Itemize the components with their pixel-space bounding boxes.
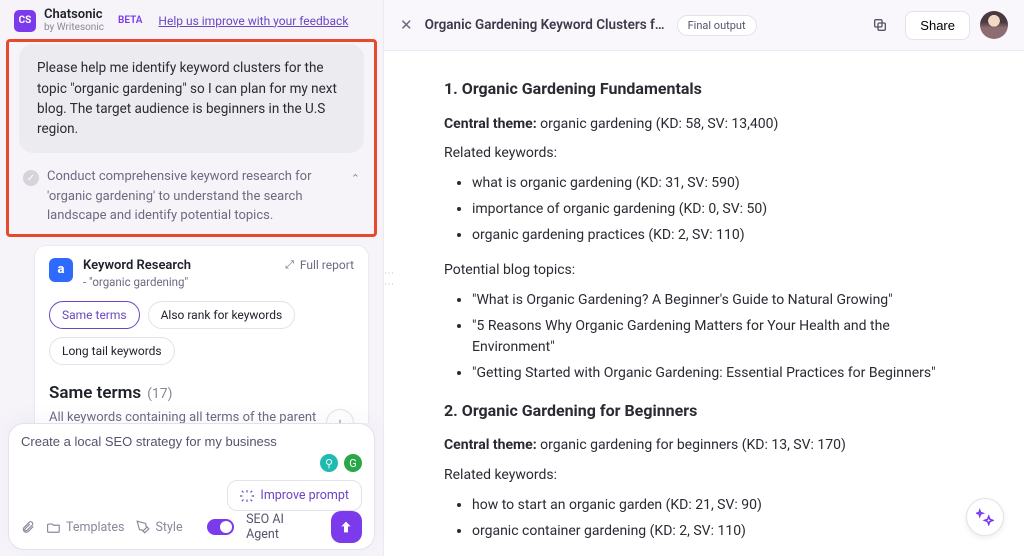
- share-button[interactable]: Share: [905, 11, 970, 40]
- composer-footer: Templates Style SEO AI Agent: [21, 511, 362, 543]
- chip-long-tail[interactable]: Long tail keywords: [49, 337, 175, 365]
- central-theme-line: Central theme: organic gardening (KD: 58…: [444, 114, 964, 136]
- style-label: Style: [155, 520, 182, 535]
- blog-topics-label: Potential blog topics:: [444, 260, 964, 282]
- list-item: "What is Organic Gardening? A Beginner's…: [472, 290, 964, 312]
- attach-button[interactable]: [21, 520, 35, 534]
- list-item: importance of organic gardening (KD: 0, …: [472, 199, 964, 221]
- paperclip-icon: [21, 520, 35, 534]
- copy-icon: [872, 17, 888, 33]
- chevron-up-icon[interactable]: ⌃: [351, 171, 360, 188]
- list-item: what is organic gardening (KD: 31, SV: 5…: [472, 173, 964, 195]
- pen-icon: [136, 520, 150, 534]
- list-item: "5 Reasons Why Organic Gardening Matters…: [472, 316, 964, 359]
- list-item: organic gardening practices (KD: 2, SV: …: [472, 225, 964, 247]
- resize-handle[interactable]: ⋮⋮: [383, 268, 394, 290]
- chip-also-rank[interactable]: Also rank for keywords: [148, 301, 296, 329]
- improve-prompt-button[interactable]: Improve prompt: [227, 480, 362, 511]
- tool-header: a Keyword Research - "organic gardening"…: [49, 258, 354, 289]
- hint-icon[interactable]: ⚲: [320, 454, 338, 472]
- left-chat-pane: CS Chatsonic by Writesonic BETA Help us …: [0, 0, 384, 556]
- brand-badge: CS: [14, 10, 36, 32]
- assistant-step-row[interactable]: ✓ Conduct comprehensive keyword research…: [9, 167, 374, 226]
- ai-fab-button[interactable]: [966, 498, 1004, 536]
- templates-button[interactable]: Templates: [47, 520, 124, 535]
- section-heading: 2. Organic Gardening for Beginners: [444, 399, 964, 424]
- full-report-link[interactable]: ⤢ Full report: [285, 258, 354, 272]
- assistant-step-text: Conduct comprehensive keyword research f…: [47, 167, 343, 226]
- grammarly-icon[interactable]: G: [344, 454, 362, 472]
- sparkle-icon: [240, 489, 254, 503]
- improve-prompt-label: Improve prompt: [260, 488, 349, 503]
- brand-subtitle: by Writesonic: [44, 22, 104, 33]
- send-button[interactable]: [331, 511, 362, 543]
- list-item: "Getting Started with Organic Gardening:…: [472, 363, 964, 385]
- related-keywords-list: how to start an organic garden (KD: 21, …: [444, 495, 964, 542]
- feedback-link[interactable]: Help us improve with your feedback: [158, 14, 348, 28]
- copy-button[interactable]: [865, 10, 895, 40]
- brand-name: Chatsonic: [44, 8, 104, 22]
- chip-same-terms[interactable]: Same terms: [49, 301, 140, 329]
- right-actions: Share: [865, 10, 1008, 40]
- tool-title: Keyword Research: [83, 258, 191, 273]
- composer-input[interactable]: [21, 434, 362, 449]
- chip-row: Same terms Also rank for keywords Long t…: [49, 301, 354, 365]
- arrow-up-icon: [338, 519, 354, 535]
- blog-topics-list: "What is Organic Gardening? A Beginner's…: [444, 290, 964, 385]
- section-count: (17): [147, 386, 172, 402]
- keyword-research-card: a Keyword Research - "organic gardening"…: [34, 245, 369, 423]
- user-message-bubble: Please help me identify keyword clusters…: [19, 44, 364, 153]
- right-header: ✕ Organic Gardening Keyword Clusters for…: [384, 0, 1024, 51]
- section-heading: 1. Organic Gardening Fundamentals: [444, 77, 964, 102]
- expand-icon: ⤢: [285, 258, 294, 272]
- document-body[interactable]: 1. Organic Gardening Fundamentals Central…: [384, 51, 1024, 556]
- style-button[interactable]: Style: [136, 520, 182, 535]
- templates-label: Templates: [66, 520, 124, 535]
- beta-badge: BETA: [118, 15, 142, 26]
- right-document-pane: ✕ Organic Gardening Keyword Clusters for…: [384, 0, 1024, 556]
- magic-icon: [976, 508, 994, 526]
- full-report-label: Full report: [300, 258, 354, 272]
- central-theme-line: Central theme: organic gardening for beg…: [444, 435, 964, 457]
- tool-subtitle: - "organic gardening": [83, 275, 191, 289]
- close-icon[interactable]: ✕: [400, 16, 413, 34]
- user-avatar[interactable]: [980, 11, 1008, 39]
- chat-scroll: Please help me identify keyword clusters…: [0, 39, 383, 423]
- related-keywords-list: what is organic gardening (KD: 31, SV: 5…: [444, 173, 964, 246]
- final-output-pill: Final output: [677, 15, 757, 36]
- agent-label: SEO AI Agent: [246, 512, 318, 542]
- related-keywords-label: Related keywords:: [444, 465, 964, 487]
- composer: ⚲ G Improve prompt Templates Style SEO A…: [8, 423, 375, 550]
- ahrefs-icon: a: [49, 258, 73, 282]
- list-item: organic container gardening (KD: 2, SV: …: [472, 521, 964, 543]
- folder-icon: [47, 520, 61, 534]
- highlighted-region: Please help me identify keyword clusters…: [6, 39, 377, 237]
- scroll-down-button[interactable]: ↓: [326, 409, 354, 423]
- list-item: how to start an organic garden (KD: 21, …: [472, 495, 964, 517]
- section-description: All keywords containing all terms of the…: [49, 409, 318, 423]
- left-header: CS Chatsonic by Writesonic BETA Help us …: [0, 0, 383, 39]
- brand-block: Chatsonic by Writesonic: [44, 8, 104, 33]
- section-head: Same terms (17): [49, 383, 354, 403]
- check-icon: ✓: [23, 170, 39, 186]
- related-keywords-label: Related keywords:: [444, 143, 964, 165]
- agent-toggle[interactable]: [207, 519, 235, 535]
- document-title: Organic Gardening Keyword Clusters for B…: [425, 17, 665, 33]
- section-title: Same terms: [49, 383, 141, 403]
